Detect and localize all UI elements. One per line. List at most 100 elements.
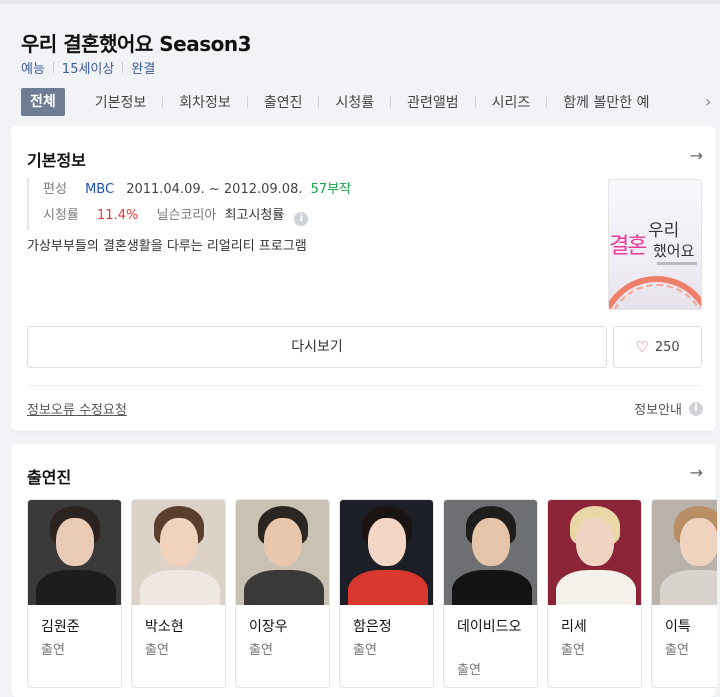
rating-note: 최고시청률: [224, 208, 285, 223]
cast-name[interactable]: 이특: [665, 617, 717, 637]
tab-basic-info[interactable]: 기본정보: [95, 92, 147, 112]
tab-divider: [546, 96, 548, 108]
divider: [27, 385, 702, 386]
cast-photo: [340, 500, 433, 605]
cast-photo-body: [348, 570, 428, 605]
cast-title: 출연진: [27, 468, 72, 487]
tab-albums[interactable]: 관련앨범: [407, 92, 459, 112]
broadcast-row: 편성 MBC 2011.04.09. ~ 2012.09.08. 57부작: [43, 178, 351, 204]
cast-name[interactable]: 리세: [561, 617, 633, 637]
rating-label: 시청률: [43, 208, 79, 223]
header: 우리 결혼했어요 Season3 예능 15세이상 완결 전체 기본정보 회차정…: [0, 4, 720, 120]
meta-status[interactable]: 완결: [131, 58, 155, 77]
cast-photo-face: [264, 518, 302, 566]
poster-image[interactable]: 우리 결혼 했어요: [608, 179, 702, 310]
cast-photo-face: [680, 518, 717, 566]
replay-button[interactable]: 다시보기: [27, 326, 607, 368]
poster-text-2: 결혼: [609, 234, 648, 259]
cast-photo: [28, 500, 121, 605]
cast-card-item[interactable]: 이특출연: [651, 499, 717, 688]
cast-card-item[interactable]: 김원준출연: [27, 499, 122, 688]
cast-photo-face: [368, 518, 406, 566]
cast-photo: [444, 500, 537, 605]
tab-all[interactable]: 전체: [21, 88, 65, 116]
info-icon: i: [689, 401, 703, 416]
cast-photo: [236, 500, 329, 605]
channel-link[interactable]: MBC: [85, 182, 114, 197]
episode-count[interactable]: 57부작: [311, 182, 351, 197]
tab-divider: [474, 96, 476, 108]
cast-name[interactable]: 이장우: [249, 617, 321, 637]
heart-icon: ♡: [635, 338, 649, 356]
info-block: 편성 MBC 2011.04.09. ~ 2012.09.08. 57부작 시청…: [27, 178, 351, 230]
cast-role: 출연: [665, 643, 689, 658]
meta-age[interactable]: 15세이상: [62, 58, 114, 77]
cast-photo-body: [36, 570, 116, 605]
poster-text-1: 우리: [648, 221, 680, 241]
rating-source: 닐슨코리아: [156, 208, 217, 223]
cast-role: 출연: [457, 663, 481, 678]
tab-divider: [318, 96, 320, 108]
tab-cast[interactable]: 출연진: [264, 92, 303, 112]
info-icon[interactable]: i: [294, 212, 309, 226]
cast-photo-body: [140, 570, 220, 605]
tab-ratings[interactable]: 시청률: [335, 92, 374, 112]
cast-name[interactable]: 데이비드오: [457, 617, 529, 637]
chevron-right-icon[interactable]: ›: [705, 92, 711, 111]
cast-role: 출연: [41, 643, 65, 658]
cast-card-item[interactable]: 박소현출연: [131, 499, 226, 688]
cast-photo: [548, 500, 641, 605]
info-guide-label: 정보안내: [634, 403, 682, 418]
cast-role: 출연: [353, 643, 377, 658]
broadcast-label: 편성: [43, 182, 67, 197]
cast-card: 출연진 → 김원준 출연 박소현 출연 이장우 출연 함은정 출연 데이비드오 출연 리세 출연 이특 출…: [11, 444, 717, 697]
arrow-right-icon[interactable]: →: [690, 463, 703, 482]
cast-role: 출연: [249, 643, 273, 658]
info-guide[interactable]: 정보안내 i: [634, 399, 703, 418]
meta-genre[interactable]: 예능: [21, 58, 45, 77]
cast-photo-face: [472, 518, 510, 566]
basic-info-card: 기본정보 → 편성 MBC 2011.04.09. ~ 2012.09.08. …: [11, 126, 716, 431]
poster-subtitle-bar: [657, 262, 697, 265]
tab-series[interactable]: 시리즈: [492, 92, 531, 112]
cast-card-item[interactable]: 리세출연: [547, 499, 642, 688]
cast-name[interactable]: 박소현: [145, 617, 217, 637]
cast-photo-face: [160, 518, 198, 566]
page-title: 우리 결혼했어요 Season3: [21, 32, 252, 56]
description: 가상부부들의 결혼생활을 다루는 리얼리티 프로그램: [27, 239, 307, 254]
like-button[interactable]: ♡ 250: [613, 326, 702, 368]
rating-value: 11.4%: [97, 208, 139, 223]
tab-divider: [162, 96, 164, 108]
meta-line: 예능 15세이상 완결: [21, 58, 155, 77]
poster-text-3: 했어요: [653, 242, 695, 260]
meta-divider: [122, 62, 124, 73]
tab-bar: 전체 기본정보 회차정보 출연진 시청률 관련앨범 시리즈 함께 볼만한 예: [21, 87, 649, 117]
tab-recommended[interactable]: 함께 볼만한 예: [563, 92, 649, 112]
cast-card-item[interactable]: 이장우출연: [235, 499, 330, 688]
broadcast-period: 2011.04.09. ~ 2012.09.08.: [126, 182, 303, 197]
cast-role: 출연: [145, 643, 169, 658]
cast-role: 출연: [561, 643, 585, 658]
rating-row: 시청률 11.4% 닐슨코리아 최고시청률 i: [43, 204, 351, 230]
like-count: 250: [654, 339, 680, 355]
cast-card-item[interactable]: 함은정출연: [339, 499, 434, 688]
cast-card-item[interactable]: 데이비드오출연: [443, 499, 538, 688]
cast-photo: [132, 500, 225, 605]
tab-episodes[interactable]: 회차정보: [179, 92, 231, 112]
cast-photo-face: [576, 518, 614, 566]
cast-photo-body: [244, 570, 324, 605]
cast-photo: [652, 500, 717, 605]
cast-list: 김원준 출연 박소현 출연 이장우 출연 함은정 출연 데이비드오 출연 리세 출연 이특 출연: [27, 499, 717, 697]
cast-name[interactable]: 함은정: [353, 617, 425, 637]
cast-photo-body: [556, 570, 636, 605]
basic-info-title: 기본정보: [27, 151, 86, 170]
report-error-link[interactable]: 정보오류 수정요청: [27, 399, 127, 418]
tab-divider: [390, 96, 392, 108]
cast-photo-face: [56, 518, 94, 566]
cast-photo-body: [660, 570, 717, 605]
cast-photo-body: [452, 570, 532, 605]
tab-divider: [246, 96, 248, 108]
arrow-right-icon[interactable]: →: [690, 146, 703, 165]
meta-divider: [52, 62, 54, 73]
cast-name[interactable]: 김원준: [41, 617, 113, 637]
